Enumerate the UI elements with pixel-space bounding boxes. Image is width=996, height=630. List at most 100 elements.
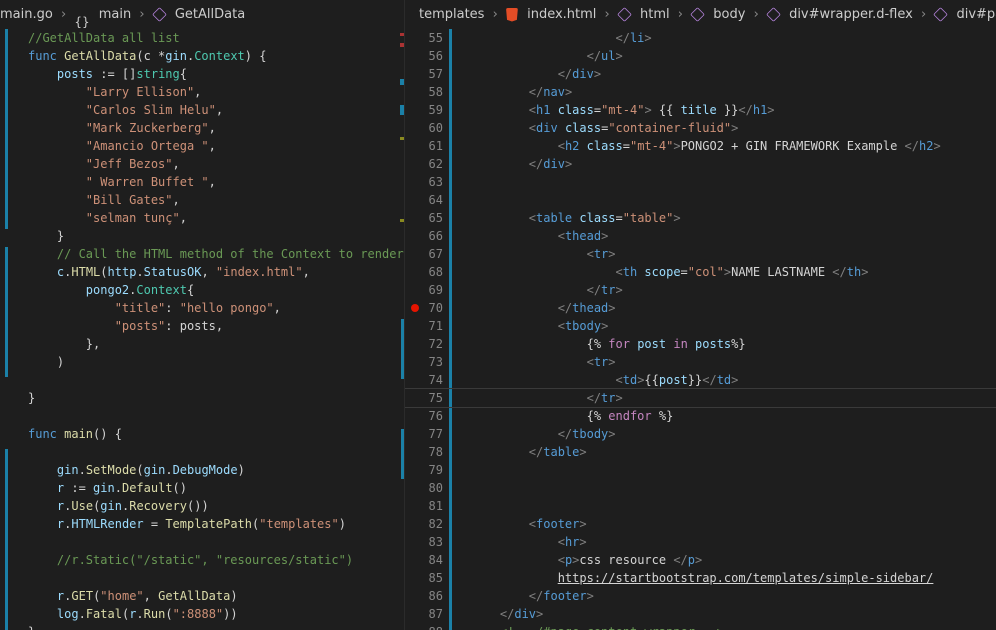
code-line[interactable]: "Bill Gates", <box>0 191 404 209</box>
code-line[interactable]: //r.Static("/static", "resources/static"… <box>0 551 404 569</box>
breadcrumb-symbol[interactable]: GetAllData <box>175 0 245 29</box>
line-number: 58 <box>428 85 443 99</box>
breadcrumb-element-html[interactable]: html <box>640 0 670 29</box>
code-line[interactable]: "selman tunç", <box>0 209 404 227</box>
code-line[interactable]: c.HTML(http.StatusOK, "index.html", <box>0 263 404 281</box>
code-line[interactable]: 57 </div> <box>405 65 996 83</box>
code-line[interactable]: "Amancio Ortega ", <box>0 137 404 155</box>
code-line[interactable]: 77 </tbody> <box>405 425 996 443</box>
code-line[interactable]: r := gin.Default() <box>0 479 404 497</box>
breadcrumb-file[interactable]: main.go <box>0 0 53 29</box>
code-line[interactable]: }, <box>0 335 404 353</box>
code-line[interactable]: 81 <box>405 497 996 515</box>
code-line[interactable]: //GetAllData all list <box>0 29 404 47</box>
code-line[interactable]: r.GET("home", GetAllData) <box>0 587 404 605</box>
code-line[interactable]: 75 </tr> <box>405 388 996 408</box>
code-line[interactable]: r.HTMLRender = TemplatePath("templates") <box>0 515 404 533</box>
code-line[interactable]: ) <box>0 353 404 371</box>
code-line[interactable]: pongo2.Context{ <box>0 281 404 299</box>
code-line[interactable]: 58 </nav> <box>405 83 996 101</box>
code-line[interactable]: 80 <box>405 479 996 497</box>
code-line[interactable]: 65 <table class="table"> <box>405 209 996 227</box>
code-line[interactable]: 84 <p>css resource </p> <box>405 551 996 569</box>
code-line[interactable]: 88 <!-- /#page-content-wrapper --> <box>405 623 996 630</box>
code-line[interactable]: // Call the HTML method of the Context t… <box>0 245 404 263</box>
code-token: gin <box>100 499 122 513</box>
code-line[interactable]: "Carlos Slim Helu", <box>0 101 404 119</box>
html-editor-pane[interactable]: templates › index.html › html › body › d… <box>404 0 996 630</box>
code-line[interactable]: 76 {% endfor %} <box>405 407 996 425</box>
code-line[interactable]: func GetAllData(c *gin.Context) { <box>0 47 404 65</box>
code-line[interactable]: 85 https://startbootstrap.com/templates/… <box>405 569 996 587</box>
code-line[interactable]: 86 </footer> <box>405 587 996 605</box>
code-token: . <box>165 463 173 477</box>
go-editor-pane[interactable]: main.go › {} main › GetAllData //GetAllD… <box>0 0 404 630</box>
code-line[interactable]: 59 <h1 class="mt-4"> {{ title }}</h1> <box>405 101 996 119</box>
code-line[interactable]: 62 </div> <box>405 155 996 173</box>
code-line[interactable] <box>0 443 404 461</box>
code-line[interactable]: 60 <div class="container-fluid"> <box>405 119 996 137</box>
code-line[interactable]: "Larry Ellison", <box>0 83 404 101</box>
breadcrumb-folder[interactable]: templates <box>419 0 484 29</box>
code-text: //r.Static("/static", "resources/static"… <box>28 551 353 569</box>
code-line[interactable]: 67 <tr> <box>405 245 996 263</box>
code-line[interactable]: 68 <th scope="col">NAME LASTNAME </th> <box>405 263 996 281</box>
code-text: </nav> <box>471 83 572 101</box>
code-text: "Bill Gates", <box>28 191 180 209</box>
breadcrumb-element-wrapper[interactable]: div#wrapper.d-flex <box>789 0 913 29</box>
code-line[interactable]: 63 <box>405 173 996 191</box>
code-token: scope <box>644 265 681 279</box>
code-line[interactable]: } <box>0 227 404 245</box>
code-line[interactable]: 64 <box>405 191 996 209</box>
code-line[interactable]: gin.SetMode(gin.DebugMode) <box>0 461 404 479</box>
breakpoint-icon[interactable] <box>411 304 419 312</box>
code-line[interactable]: 87 </div> <box>405 605 996 623</box>
code-line[interactable]: 66 <thead> <box>405 227 996 245</box>
code-line[interactable]: 61 <h2 class="mt-4">PONGO2 + GIN FRAMEWO… <box>405 137 996 155</box>
code-line[interactable]: } <box>0 623 404 630</box>
code-line[interactable]: } <box>0 389 404 407</box>
code-line[interactable]: "title": "hello pongo", <box>0 299 404 317</box>
code-line[interactable]: 56 </ul> <box>405 47 996 65</box>
code-line[interactable]: 70 </thead> <box>405 299 996 317</box>
overview-ruler[interactable] <box>392 29 404 630</box>
code-token: p <box>687 553 696 567</box>
code-token: </ <box>528 589 544 603</box>
code-line[interactable]: " Warren Buffet ", <box>0 173 404 191</box>
code-token: . <box>78 607 86 621</box>
code-text: ) <box>28 353 64 371</box>
code-line[interactable]: r.Use(gin.Recovery()) <box>0 497 404 515</box>
code-line[interactable]: 83 <hr> <box>405 533 996 551</box>
code-line[interactable] <box>0 371 404 389</box>
breadcrumb-element-body[interactable]: body <box>713 0 745 29</box>
code-line[interactable]: 71 <tbody> <box>405 317 996 335</box>
code-line[interactable]: posts := []string{ <box>0 65 404 83</box>
code-token: > <box>608 247 616 261</box>
code-line[interactable] <box>0 569 404 587</box>
code-line[interactable] <box>0 407 404 425</box>
code-line[interactable]: 55 </li> <box>405 29 996 47</box>
breadcrumb-file[interactable]: index.html <box>527 0 596 29</box>
code-area[interactable]: //GetAllData all list func GetAllData(c *… <box>0 29 404 630</box>
code-line[interactable]: 73 <tr> <box>405 353 996 371</box>
code-line[interactable]: log.Fatal(r.Run(":8888")) <box>0 605 404 623</box>
code-line[interactable]: 74 <td>{{post}}</td> <box>405 371 996 389</box>
code-line[interactable]: 82 <footer> <box>405 515 996 533</box>
code-line[interactable]: "posts": posts, <box>0 317 404 335</box>
code-token: gin <box>143 463 166 477</box>
code-area[interactable]: 55 </li> 56 </ul> 57 </div> 58 </nav> 59 <h1… <box>405 29 996 630</box>
code-line[interactable]: "Jeff Bezos", <box>0 155 404 173</box>
code-line[interactable]: 69 </tr> <box>405 281 996 299</box>
code-line[interactable]: 72 {% for post in posts%} <box>405 335 996 353</box>
code-line[interactable]: "Mark Zuckerberg", <box>0 119 404 137</box>
code-line[interactable] <box>0 533 404 551</box>
breadcrumb-element-page-content[interactable]: div#page-content-wrapper <box>956 0 996 29</box>
code-line[interactable]: 78 </table> <box>405 443 996 461</box>
code-text: </li> <box>471 29 652 47</box>
code-text: </tbody> <box>471 425 616 443</box>
code-line[interactable]: 79 <box>405 461 996 479</box>
code-token: }, <box>28 337 101 351</box>
code-line[interactable]: func main() { <box>0 425 404 443</box>
breadcrumb-package[interactable]: main <box>99 0 131 29</box>
